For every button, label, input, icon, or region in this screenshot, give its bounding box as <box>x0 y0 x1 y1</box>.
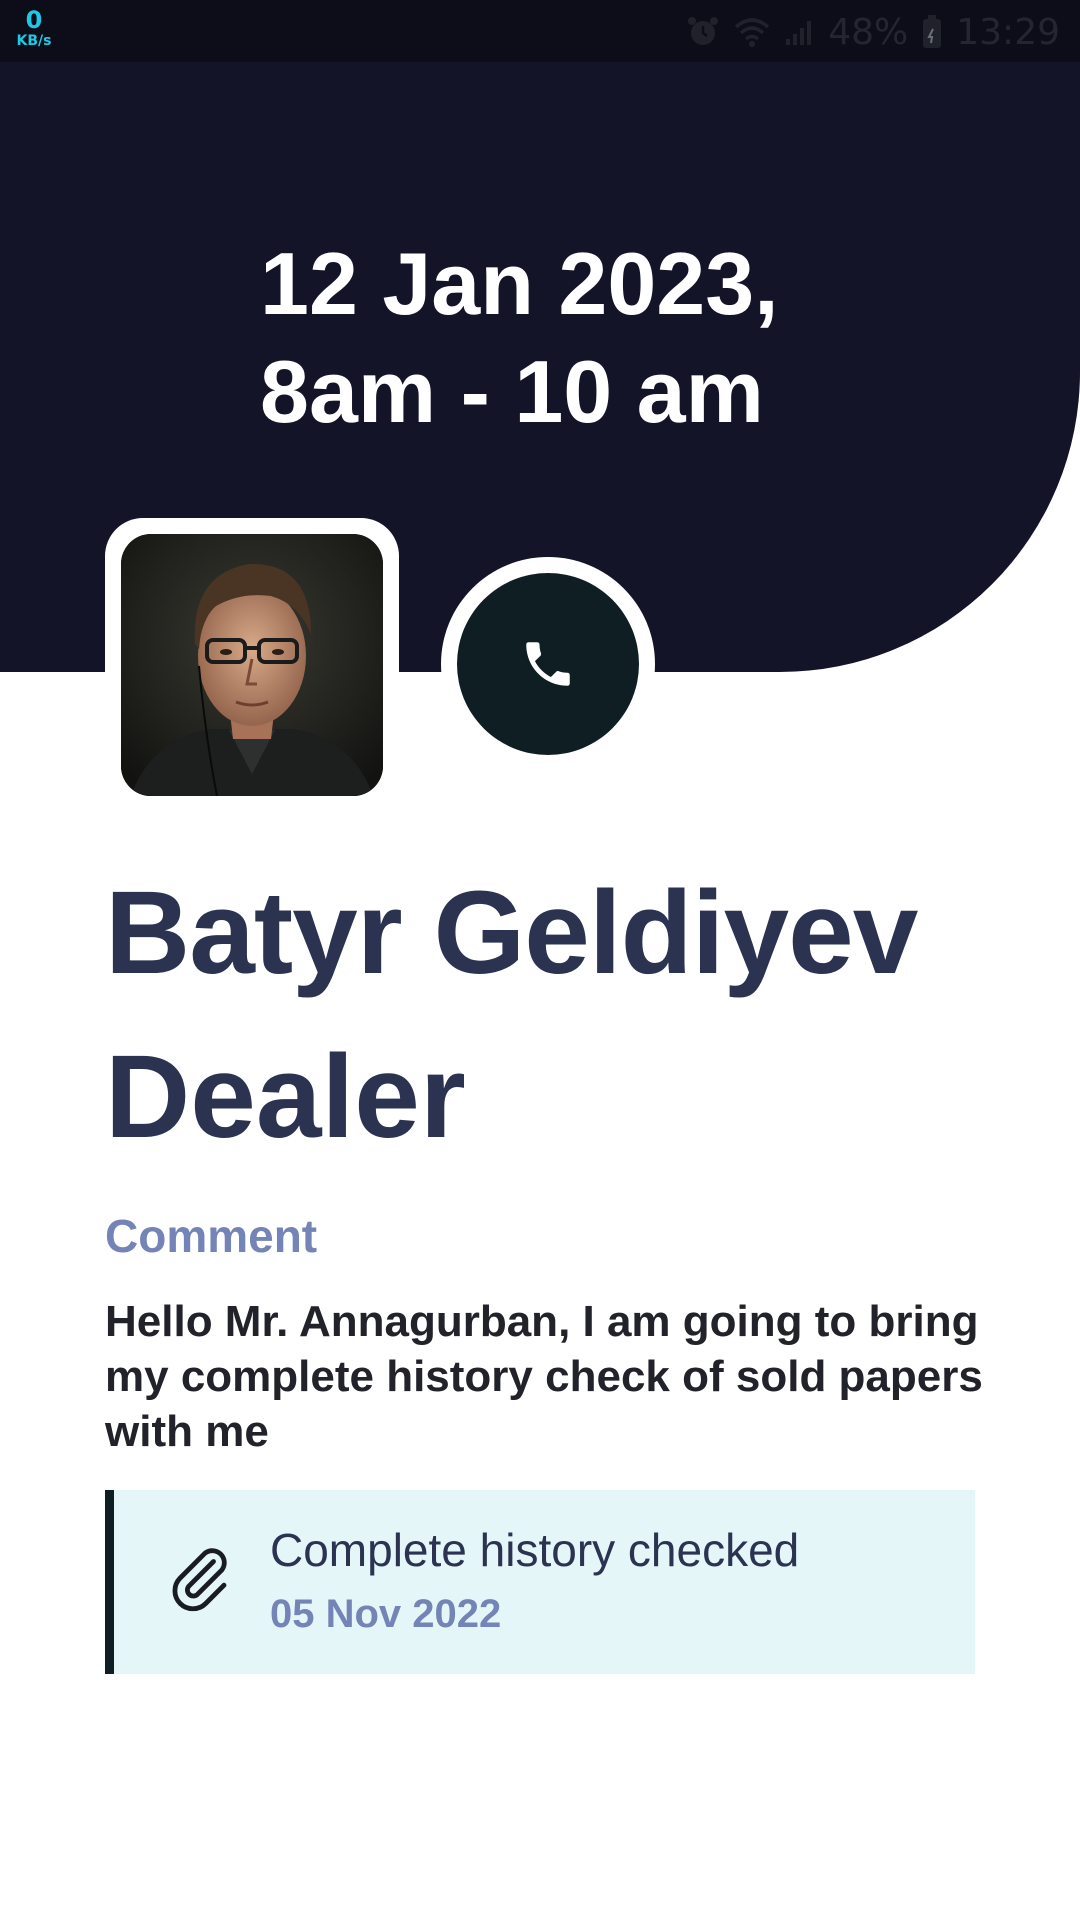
alarm-icon <box>686 15 720 49</box>
signal-icon <box>784 17 814 47</box>
avatar-frame <box>105 518 399 812</box>
wifi-icon <box>734 17 770 47</box>
call-button[interactable] <box>457 573 639 755</box>
status-bar: 0 KB/s 48% 13:29 <box>0 0 1080 62</box>
avatar-photo <box>121 534 383 796</box>
battery-percent: 48% <box>828 11 909 53</box>
contact-role: Dealer <box>105 1031 466 1163</box>
attachment-card[interactable]: Complete history checked 05 Nov 2022 <box>105 1490 975 1674</box>
phone-icon <box>526 642 570 686</box>
network-speed-value: 0 <box>25 6 43 34</box>
attachment-title: Complete history checked <box>270 1524 800 1576</box>
comment-label: Comment <box>105 1210 318 1262</box>
network-speed-unit: KB/s <box>16 33 52 49</box>
comment-text: Hello Mr. Annagurban, I am going to brin… <box>105 1297 983 1456</box>
status-icons: 48% 13:29 <box>686 10 1060 54</box>
appointment-datetime: 12 Jan 2023, 8am - 10 am <box>260 230 779 446</box>
appointment-time-range: 8am - 10 am <box>260 342 764 441</box>
attachment-date: 05 Nov 2022 <box>270 1592 502 1636</box>
call-button-ring <box>441 557 655 771</box>
contact-name: Batyr Geldiyev <box>105 867 918 999</box>
paperclip-icon <box>172 1548 227 1612</box>
battery-icon <box>922 15 942 49</box>
clock-time: 13:29 <box>956 11 1060 53</box>
appointment-date: 12 Jan 2023, <box>260 234 779 333</box>
network-speed-indicator: 0 KB/s <box>14 8 54 48</box>
avatar <box>121 534 383 796</box>
appointment-detail-screen: 0 KB/s 48% 13:29 12 Jan 2023, 8am - 10 a… <box>0 0 1080 1920</box>
